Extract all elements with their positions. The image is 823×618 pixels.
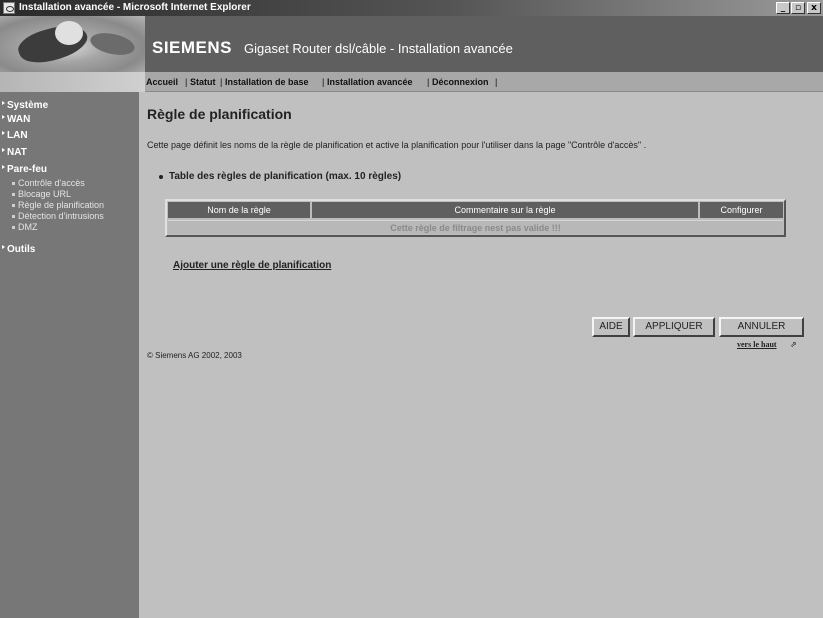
arrow-up-icon: ⇗ [790, 340, 797, 349]
banner-photo [0, 16, 145, 72]
help-button[interactable]: AIDE [592, 317, 630, 337]
sidebar-subitem-dmz[interactable]: DMZ [12, 222, 38, 232]
sidebar: Système WAN LAN NAT Pare-feu Contrôle d'… [0, 92, 139, 618]
sidebar-item-wan[interactable]: WAN [1, 114, 30, 125]
nav-separator: | [220, 77, 223, 87]
rules-table: Nom de la règle Commentaire sur la règle… [165, 199, 786, 237]
sidebar-item-pare-feu[interactable]: Pare-feu [1, 164, 47, 175]
brand-logo: SIEMENS [152, 38, 233, 57]
column-header-configure: Configurer [700, 202, 783, 218]
top-nav: Accueil | Statut | Installation de base … [145, 72, 823, 92]
table-heading: Table des règles de planification (max. … [158, 171, 402, 182]
page-title: Règle de planification [147, 106, 292, 122]
nav-deconnexion[interactable]: Déconnexion [432, 77, 489, 87]
nav-separator: | [185, 77, 188, 87]
sidebar-item-systeme[interactable]: Système [1, 100, 48, 111]
banner-photo-strip [0, 72, 145, 92]
sidebar-item-outils[interactable]: Outils [1, 244, 35, 255]
sidebar-subitem-detection-intrusions[interactable]: Détection d'intrusions [12, 211, 104, 221]
apply-button[interactable]: APPLIQUER [633, 317, 715, 337]
nav-statut[interactable]: Statut [190, 77, 216, 87]
nav-accueil[interactable]: Accueil [146, 77, 178, 87]
window-title: Installation avancée - Microsoft Interne… [19, 2, 251, 13]
ie-icon [3, 2, 15, 14]
add-rule-link[interactable]: Ajouter une règle de planification [173, 260, 331, 271]
window-titlebar: Installation avancée - Microsoft Interne… [0, 0, 823, 16]
cancel-button[interactable]: ANNULER [719, 317, 804, 337]
header-banner: SIEMENS Gigaset Router dsl/câble - Insta… [0, 16, 823, 72]
nav-installation-avancee[interactable]: Installation avancée [327, 77, 413, 87]
maximize-button[interactable]: ▫ [791, 2, 805, 14]
column-header-name: Nom de la règle [168, 202, 310, 218]
nav-installation-de-base[interactable]: Installation de base [225, 77, 309, 87]
close-button[interactable]: x [807, 2, 821, 14]
product-title: Gigaset Router dsl/câble - Installation … [244, 41, 513, 56]
photo-shape [88, 29, 137, 59]
nav-separator: | [322, 77, 325, 87]
sidebar-subitem-blocage-url[interactable]: Blocage URL [11, 189, 71, 199]
sidebar-item-lan[interactable]: LAN [2, 130, 28, 141]
main-content: Règle de planification Cette page défini… [139, 92, 823, 618]
column-header-comment: Commentaire sur la règle [312, 202, 698, 218]
nav-separator: | [495, 77, 498, 87]
sidebar-subitem-controle-acces[interactable]: Contrôle d'accès [12, 178, 85, 188]
page-description: Cette page définit les noms de la règle … [147, 140, 647, 150]
table-empty-message: Cette règle de filtrage nest pas valide … [168, 220, 783, 234]
photo-shape [55, 21, 83, 45]
nav-separator: | [427, 77, 430, 87]
copyright-text: © Siemens AG 2002, 2003 [147, 351, 242, 360]
back-to-top-link[interactable]: vers le haut [737, 340, 777, 349]
sidebar-item-nat[interactable]: NAT [2, 147, 27, 158]
sidebar-subitem-regle-planification[interactable]: Règle de planification [11, 200, 104, 210]
minimize-button[interactable]: _ [776, 2, 790, 14]
